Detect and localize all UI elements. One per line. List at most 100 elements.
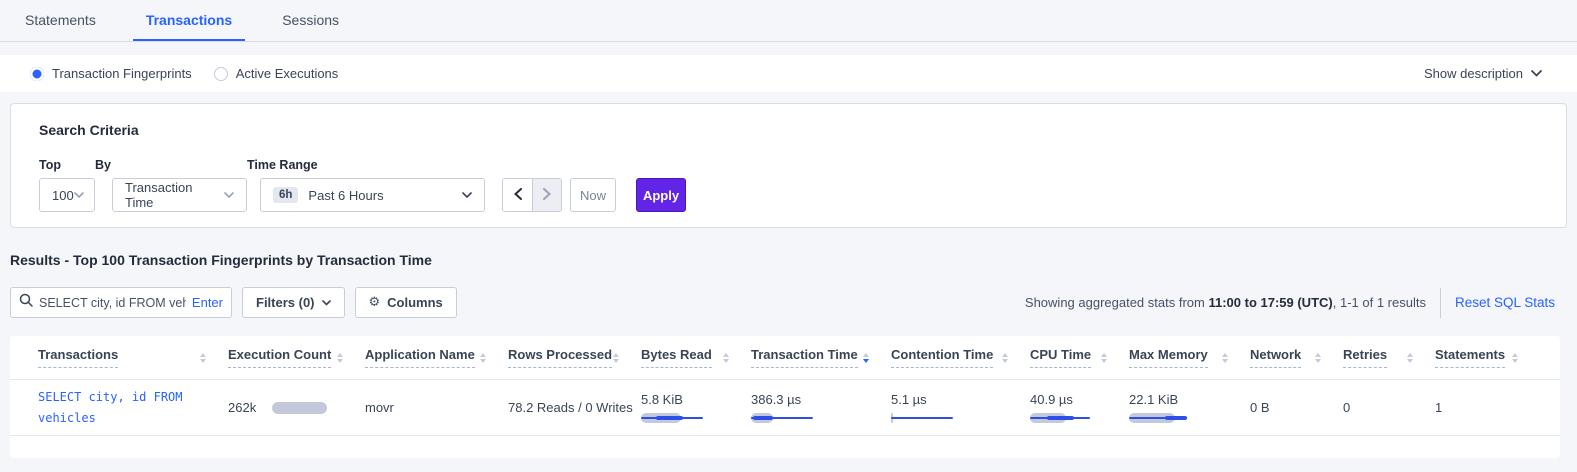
column-header-retries: Retries <box>1343 347 1435 368</box>
tab-sessions[interactable]: Sessions <box>269 0 352 41</box>
previous-time-range-button[interactable] <box>503 179 532 211</box>
execution-count-bar <box>272 402 327 414</box>
radio-label: Active Executions <box>236 66 339 81</box>
tabbar: Statements Transactions Sessions <box>0 0 1577 42</box>
transaction-time-bar <box>751 412 831 424</box>
top-select[interactable]: 100 <box>39 178 95 212</box>
results-heading: Results - Top 100 Transaction Fingerprin… <box>10 252 1577 268</box>
sort-icon[interactable] <box>480 353 486 363</box>
results-controls: SELECT city, id FROM vehicles W Enter Fi… <box>10 287 1567 318</box>
filters-button[interactable]: Filters (0) <box>242 287 345 318</box>
top-label: Top <box>39 158 95 172</box>
radio-selected-icon <box>30 67 44 81</box>
sort-icon[interactable] <box>1002 353 1008 363</box>
apply-button[interactable]: Apply <box>636 178 686 212</box>
filters-label: Filters (0) <box>256 295 315 310</box>
table-row: SELECT city, id FROM vehicles 262k movr … <box>10 380 1560 436</box>
sort-icon[interactable] <box>1512 353 1518 363</box>
sort-icon[interactable] <box>863 353 869 363</box>
transaction-time-value: 386.3 µs <box>751 392 831 407</box>
bytes-read-bar <box>641 412 721 424</box>
search-input[interactable]: SELECT city, id FROM vehicles W Enter <box>10 287 232 318</box>
application-name-value: movr <box>365 400 394 415</box>
sort-icon[interactable] <box>613 353 619 363</box>
network-value: 0 B <box>1250 400 1270 415</box>
column-header-cpu-time: CPU Time <box>1030 347 1129 368</box>
column-header-transaction-time: Transaction Time <box>751 347 891 368</box>
bytes-read-value: 5.8 KiB <box>641 392 721 407</box>
chevron-left-icon <box>514 188 522 203</box>
time-range-arrows <box>502 178 562 212</box>
search-input-value: SELECT city, id FROM vehicles W <box>39 296 186 310</box>
transactions-table: Transactions Execution Count Application… <box>10 336 1560 458</box>
chevron-down-icon <box>224 192 234 198</box>
show-description-toggle[interactable]: Show description <box>1424 66 1542 81</box>
chevron-down-icon <box>1531 70 1542 77</box>
sort-icon[interactable] <box>723 353 729 363</box>
statements-value: 1 <box>1435 400 1442 415</box>
top-field: Top 100 <box>39 158 95 212</box>
view-toggle-bar: Transaction Fingerprints Active Executio… <box>0 55 1577 92</box>
execution-count-value: 262k <box>228 400 256 415</box>
columns-label: Columns <box>387 295 443 310</box>
radio-unselected-icon <box>214 67 228 81</box>
stats-time-range: 11:00 to 17:59 (UTC) <box>1208 295 1332 310</box>
transaction-fingerprint-link[interactable]: SELECT city, id FROM vehicles <box>38 387 228 428</box>
radio-active-executions[interactable]: Active Executions <box>214 66 339 81</box>
by-field: By Transaction Time <box>95 158 247 212</box>
search-icon <box>19 293 33 312</box>
column-header-network: Network <box>1250 347 1343 368</box>
time-range-select[interactable]: 6h Past 6 Hours <box>260 178 485 212</box>
chevron-down-icon <box>322 300 331 306</box>
time-range-label: Time Range <box>247 158 485 172</box>
column-header-application-name: Application Name <box>365 347 508 368</box>
column-header-rows-processed: Rows Processed <box>508 347 641 368</box>
column-header-transactions: Transactions <box>38 347 228 368</box>
show-description-label: Show description <box>1424 66 1523 81</box>
column-header-statements: Statements <box>1435 347 1540 368</box>
aggregated-stats-text: Showing aggregated stats from 11:00 to 1… <box>1025 295 1426 310</box>
vertical-divider <box>1440 288 1441 318</box>
column-header-execution-count: Execution Count <box>228 347 365 368</box>
table-header-row: Transactions Execution Count Application… <box>10 336 1560 380</box>
sort-icon[interactable] <box>1407 353 1413 363</box>
sort-icon[interactable] <box>200 353 206 363</box>
by-select-value: Transaction Time <box>125 180 224 210</box>
tab-statements[interactable]: Statements <box>12 0 109 41</box>
by-select[interactable]: Transaction Time <box>112 178 247 212</box>
chevron-right-icon <box>543 188 551 203</box>
column-header-contention-time: Contention Time <box>891 347 1030 368</box>
next-time-range-button[interactable] <box>532 179 561 211</box>
search-criteria-title: Search Criteria <box>39 122 1566 138</box>
search-enter-button[interactable]: Enter <box>192 295 223 310</box>
top-select-value: 100 <box>52 188 74 203</box>
sort-icon[interactable] <box>337 353 343 363</box>
sort-icon[interactable] <box>1222 353 1228 363</box>
radio-transaction-fingerprints[interactable]: Transaction Fingerprints <box>30 66 192 81</box>
max-memory-bar <box>1129 412 1209 424</box>
retries-value: 0 <box>1343 400 1350 415</box>
time-range-value: Past 6 Hours <box>308 188 383 203</box>
time-range-field: Time Range 6h Past 6 Hours <box>247 158 485 212</box>
time-range-badge: 6h <box>273 187 298 203</box>
max-memory-value: 22.1 KiB <box>1129 392 1209 407</box>
contention-time-value: 5.1 µs <box>891 392 971 407</box>
sort-icon[interactable] <box>1101 353 1107 363</box>
now-button[interactable]: Now <box>570 178 616 212</box>
rows-processed-value: 78.2 Reads / 0 Writes <box>508 400 633 415</box>
cpu-time-bar <box>1030 412 1110 424</box>
sort-icon[interactable] <box>1315 353 1321 363</box>
chevron-down-icon <box>462 192 472 198</box>
by-label: By <box>95 158 247 172</box>
chevron-down-icon <box>74 192 84 198</box>
columns-button[interactable]: ⚙ Columns <box>355 287 457 318</box>
radio-label: Transaction Fingerprints <box>52 66 192 81</box>
search-criteria-card: Search Criteria Top 100 By Transaction T… <box>10 103 1567 228</box>
contention-time-bar <box>891 412 971 424</box>
column-header-max-memory: Max Memory <box>1129 347 1250 368</box>
column-header-bytes-read: Bytes Read <box>641 347 751 368</box>
cpu-time-value: 40.9 µs <box>1030 392 1110 407</box>
gear-icon: ⚙ <box>369 295 381 310</box>
tab-transactions[interactable]: Transactions <box>133 0 245 41</box>
reset-sql-stats-link[interactable]: Reset SQL Stats <box>1455 295 1555 310</box>
